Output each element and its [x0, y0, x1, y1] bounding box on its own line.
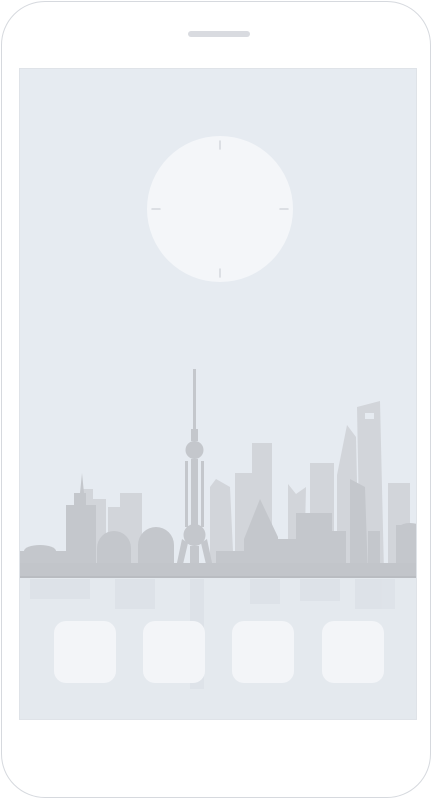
- app-icon-4[interactable]: [322, 621, 384, 683]
- phone-frame: [1, 1, 431, 798]
- dock: [20, 621, 416, 685]
- analog-clock: [147, 136, 293, 282]
- clock-face: [147, 136, 293, 282]
- app-icon-2[interactable]: [143, 621, 205, 683]
- speaker-grille: [188, 31, 250, 37]
- app-icon-3[interactable]: [232, 621, 294, 683]
- home-screen: [19, 68, 417, 720]
- app-icon-1[interactable]: [54, 621, 116, 683]
